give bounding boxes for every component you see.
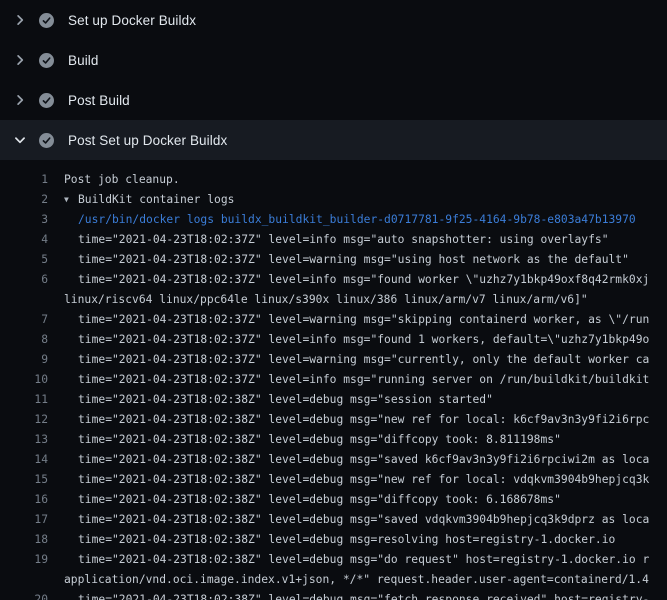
log-text: time="2021-04-23T18:02:38Z" level=debug … [48,410,667,430]
step-success-check-icon [39,53,54,68]
log-text: time="2021-04-23T18:02:38Z" level=debug … [48,430,667,450]
log-line: application/vnd.oci.image.index.v1+json,… [0,570,667,590]
step-header-set-up-docker-buildx[interactable]: Set up Docker Buildx [0,0,667,40]
log-line-number[interactable]: 16 [0,490,48,510]
log-line-number[interactable]: 4 [0,230,48,250]
log-text: time="2021-04-23T18:02:38Z" level=debug … [48,390,667,410]
log-line-number[interactable]: 3 [0,210,48,230]
log-text: time="2021-04-23T18:02:37Z" level=warnin… [48,250,667,270]
log-line: 10time="2021-04-23T18:02:37Z" level=info… [0,370,667,390]
log-text: time="2021-04-23T18:02:37Z" level=warnin… [48,350,667,370]
log-line-number[interactable]: 17 [0,510,48,530]
log-line-number [0,570,48,590]
step-label: Build [68,53,99,68]
log-line: 19time="2021-04-23T18:02:38Z" level=debu… [0,550,667,570]
step-header-post-set-up-docker-buildx[interactable]: Post Set up Docker Buildx [0,120,667,160]
log-line-number[interactable]: 11 [0,390,48,410]
log-text: time="2021-04-23T18:02:37Z" level=info m… [48,270,667,290]
log-line-number[interactable]: 1 [0,170,48,190]
log-line: 4time="2021-04-23T18:02:37Z" level=info … [0,230,667,250]
log-text: linux/riscv64 linux/ppc64le linux/s390x … [48,290,667,310]
log-text: Post job cleanup. [48,170,667,190]
log-text: time="2021-04-23T18:02:37Z" level=info m… [48,370,667,390]
log-text: time="2021-04-23T18:02:38Z" level=debug … [48,450,667,470]
log-line: 14time="2021-04-23T18:02:38Z" level=debu… [0,450,667,470]
log-line: 3/usr/bin/docker logs buildx_buildkit_bu… [0,210,667,230]
chevron-right-icon [12,52,28,68]
log-line: 11time="2021-04-23T18:02:38Z" level=debu… [0,390,667,410]
log-line: 7time="2021-04-23T18:02:37Z" level=warni… [0,310,667,330]
log-text: ▼BuildKit container logs [48,190,667,210]
log-line-number[interactable]: 13 [0,430,48,450]
step-header-build[interactable]: Build [0,40,667,80]
log-line-number[interactable]: 14 [0,450,48,470]
log-text: time="2021-04-23T18:02:38Z" level=debug … [48,510,667,530]
log-line: 13time="2021-04-23T18:02:38Z" level=debu… [0,430,667,450]
log-line: 20time="2021-04-23T18:02:38Z" level=debu… [0,590,667,600]
log-line: 9time="2021-04-23T18:02:37Z" level=warni… [0,350,667,370]
log-line-number[interactable]: 18 [0,530,48,550]
step-label: Post Build [68,93,130,108]
log-line-number[interactable]: 2 [0,190,48,210]
log-text: application/vnd.oci.image.index.v1+json,… [48,570,667,590]
log-line: 12time="2021-04-23T18:02:38Z" level=debu… [0,410,667,430]
log-lines: 1Post job cleanup.2▼BuildKit container l… [0,160,667,600]
log-text: time="2021-04-23T18:02:38Z" level=debug … [48,530,667,550]
log-line: linux/riscv64 linux/ppc64le linux/s390x … [0,290,667,310]
step-success-check-icon [39,133,54,148]
step-success-check-icon [39,93,54,108]
log-text: time="2021-04-23T18:02:37Z" level=info m… [48,230,667,250]
log-line: 18time="2021-04-23T18:02:38Z" level=debu… [0,530,667,550]
log-text: time="2021-04-23T18:02:37Z" level=warnin… [48,310,667,330]
log-line-number[interactable]: 7 [0,310,48,330]
chevron-right-icon [12,92,28,108]
log-line: 8time="2021-04-23T18:02:37Z" level=info … [0,330,667,350]
log-line-number[interactable]: 5 [0,250,48,270]
log-line: 1Post job cleanup. [0,170,667,190]
log-line: 15time="2021-04-23T18:02:38Z" level=debu… [0,470,667,490]
log-line-number [0,290,48,310]
log-line-number[interactable]: 20 [0,590,48,600]
chevron-right-icon [12,12,28,28]
log-line-number[interactable]: 6 [0,270,48,290]
log-text: time="2021-04-23T18:02:37Z" level=info m… [48,330,667,350]
step-label: Post Set up Docker Buildx [68,133,227,148]
log-line: 17time="2021-04-23T18:02:38Z" level=debu… [0,510,667,530]
log-text: time="2021-04-23T18:02:38Z" level=debug … [48,550,667,570]
log-line: 2▼BuildKit container logs [0,190,667,210]
log-line-number[interactable]: 19 [0,550,48,570]
step-header-post-build[interactable]: Post Build [0,80,667,120]
log-text: time="2021-04-23T18:02:38Z" level=debug … [48,490,667,510]
log-line: 5time="2021-04-23T18:02:37Z" level=warni… [0,250,667,270]
step-success-check-icon [39,13,54,28]
log-command-text: /usr/bin/docker logs buildx_buildkit_bui… [48,210,667,230]
log-line-number[interactable]: 8 [0,330,48,350]
step-list: Set up Docker Buildx Build Post Build [0,0,667,160]
log-text: time="2021-04-23T18:02:38Z" level=debug … [48,590,667,600]
log-line: 6time="2021-04-23T18:02:37Z" level=info … [0,270,667,290]
actions-log-viewer: Set up Docker Buildx Build Post Build [0,0,667,600]
log-line: 16time="2021-04-23T18:02:38Z" level=debu… [0,490,667,510]
group-collapse-triangle-icon[interactable]: ▼ [64,190,78,210]
log-line-number[interactable]: 9 [0,350,48,370]
log-line-number[interactable]: 12 [0,410,48,430]
step-label: Set up Docker Buildx [68,13,196,28]
chevron-down-icon [12,132,28,148]
log-text: time="2021-04-23T18:02:38Z" level=debug … [48,470,667,490]
log-line-number[interactable]: 10 [0,370,48,390]
log-line-number[interactable]: 15 [0,470,48,490]
